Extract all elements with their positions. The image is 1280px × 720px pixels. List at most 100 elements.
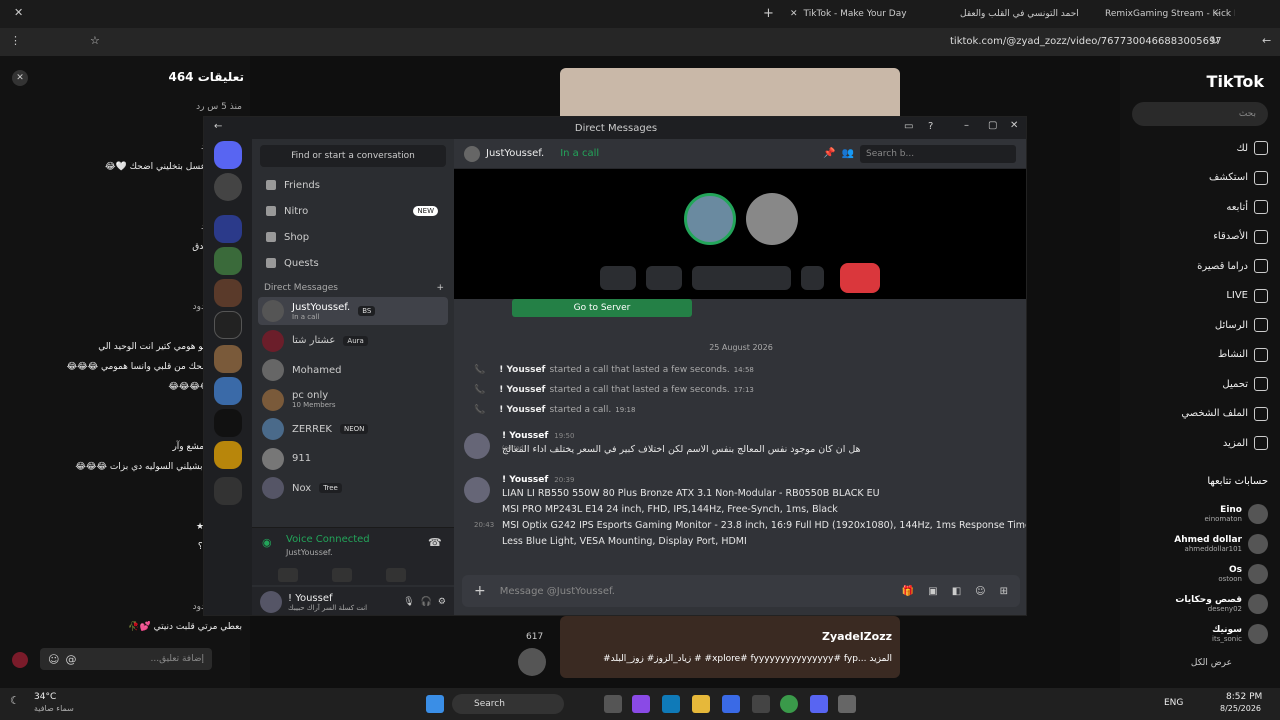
- emoji-icon[interactable]: ☺: [48, 653, 59, 666]
- gear-icon[interactable]: ⚙: [438, 597, 446, 607]
- following-item[interactable]: Eino einomaton: [1120, 500, 1280, 528]
- nav-item[interactable]: استكشف: [1120, 166, 1280, 190]
- system-author[interactable]: ! Youssef: [499, 405, 545, 415]
- app-icon[interactable]: [604, 695, 622, 713]
- sticker-icon[interactable]: ◧: [952, 586, 961, 597]
- message-composer[interactable]: + Message @JustYoussef. 🎁 ▣ ◧ ☺ ⊞: [462, 575, 1020, 607]
- nav-item[interactable]: الأصدقاء: [1120, 225, 1280, 249]
- chrome-icon[interactable]: [780, 695, 798, 713]
- tiktok-logo[interactable]: TikTok: [1207, 72, 1264, 91]
- avatar[interactable]: [464, 145, 480, 162]
- video-player[interactable]: ZyadelZozz المزيد ...xplore# fyyyyyyyyyy…: [560, 616, 900, 678]
- tiktok-search[interactable]: بحث: [1132, 102, 1268, 126]
- pin-icon[interactable]: 📌: [823, 148, 835, 159]
- search-input[interactable]: Search b...: [860, 144, 1016, 163]
- comment-input[interactable]: ☺ @ إضافة تعليق...: [40, 648, 212, 670]
- gif-icon[interactable]: ▣: [928, 586, 937, 597]
- windows-start-icon[interactable]: [426, 695, 444, 713]
- help-icon[interactable]: ?: [928, 121, 933, 132]
- minimize-icon[interactable]: –: [1215, 6, 1221, 19]
- back-icon[interactable]: ←: [1262, 34, 1271, 47]
- go-to-server-button[interactable]: Go to Server: [512, 299, 692, 317]
- avatar[interactable]: [1248, 534, 1268, 554]
- edge-icon[interactable]: [662, 695, 680, 713]
- system-author[interactable]: ! Youssef: [499, 385, 545, 395]
- nav-item[interactable]: الرسائل: [1120, 313, 1280, 337]
- mic-button[interactable]: [600, 266, 636, 290]
- gift-icon[interactable]: 🎁: [902, 586, 914, 597]
- inbox-icon[interactable]: ▭: [904, 121, 913, 132]
- nav-item[interactable]: لك: [1120, 136, 1280, 160]
- discord-icon[interactable]: [810, 695, 828, 713]
- home-button[interactable]: [214, 141, 242, 169]
- server-icon[interactable]: [214, 279, 242, 307]
- comment-meta[interactable]: منذ 5 س رد: [196, 102, 242, 112]
- nav-item[interactable]: المزيد: [1120, 431, 1280, 455]
- avatar[interactable]: [464, 433, 490, 459]
- avatar[interactable]: [1248, 624, 1268, 644]
- maximize-icon[interactable]: ▢: [988, 120, 997, 131]
- avatar[interactable]: [464, 477, 490, 503]
- hang-up-button[interactable]: [840, 263, 880, 293]
- menu-item-friends[interactable]: Friends: [260, 173, 446, 197]
- settings-icon[interactable]: [838, 695, 856, 713]
- menu-icon[interactable]: ⋮: [10, 34, 21, 47]
- chat-recipient[interactable]: JustYoussef.: [486, 148, 544, 159]
- send-icon[interactable]: [12, 652, 28, 668]
- dm-item[interactable]: عشتار شتا Aura: [258, 327, 448, 355]
- add-friends-icon[interactable]: 👥: [842, 148, 854, 159]
- dm-item[interactable]: 911: [258, 445, 448, 473]
- close-icon[interactable]: ✕: [790, 9, 798, 19]
- close-icon[interactable]: ✕: [12, 70, 28, 86]
- dm-item[interactable]: pc only 10 Members: [258, 386, 448, 414]
- server-icon[interactable]: [214, 311, 242, 339]
- message-author[interactable]: ! Youssef: [502, 431, 548, 441]
- new-tab-icon[interactable]: +: [763, 6, 774, 21]
- apps-icon[interactable]: ⊞: [1000, 586, 1008, 597]
- headphones-icon[interactable]: 🎧: [421, 597, 432, 607]
- following-item[interactable]: سونيك its_sonic: [1120, 620, 1280, 648]
- clock-time[interactable]: 8:52 PM: [1226, 692, 1262, 702]
- more-button[interactable]: [801, 266, 825, 290]
- store-icon[interactable]: [722, 695, 740, 713]
- language-indicator[interactable]: ENG: [1164, 698, 1183, 708]
- url-text[interactable]: tiktok.com/@zyad_zozz/video/767730046688…: [950, 36, 1222, 47]
- server-icon[interactable]: [214, 477, 242, 505]
- following-item[interactable]: Os ostoon: [1120, 560, 1280, 588]
- participant-avatar[interactable]: [746, 193, 798, 245]
- clock-date[interactable]: 8/25/2026: [1220, 704, 1261, 713]
- minimize-icon[interactable]: –: [964, 120, 969, 131]
- screen-share-button[interactable]: [692, 266, 791, 290]
- following-item[interactable]: قصص وحكايات deseny02: [1120, 590, 1280, 618]
- camera-off-icon[interactable]: [278, 568, 298, 582]
- nav-item[interactable]: الملف الشخصي: [1120, 402, 1280, 426]
- tab-second[interactable]: احمد التونسي في القلب والعقل: [960, 4, 1100, 24]
- plus-icon[interactable]: +: [474, 583, 486, 599]
- weather-icon[interactable]: ☾: [10, 694, 20, 707]
- server-icon[interactable]: [214, 377, 242, 405]
- participant-avatar[interactable]: [684, 193, 736, 245]
- nav-item[interactable]: LIVE: [1120, 284, 1280, 308]
- system-author[interactable]: ! Youssef: [499, 365, 545, 375]
- app-icon[interactable]: [752, 695, 770, 713]
- avatar[interactable]: [260, 591, 282, 613]
- nav-item[interactable]: أتابعه: [1120, 195, 1280, 219]
- activities-icon[interactable]: [386, 568, 406, 582]
- message-author[interactable]: ! Youssef: [502, 475, 548, 485]
- dm-item[interactable]: ZERREK NEON: [258, 415, 448, 443]
- nav-item[interactable]: تحميل: [1120, 372, 1280, 396]
- server-icon[interactable]: [214, 345, 242, 373]
- close-window-icon[interactable]: ✕: [14, 6, 23, 19]
- emoji-icon[interactable]: ☺: [975, 586, 985, 597]
- close-icon[interactable]: ✕: [1010, 120, 1018, 131]
- see-all-link[interactable]: عرض الكل: [1191, 658, 1232, 668]
- disconnect-icon[interactable]: ☎: [428, 536, 442, 549]
- mention-icon[interactable]: @: [65, 653, 76, 666]
- star-icon[interactable]: ☆: [90, 34, 100, 47]
- dm-item[interactable]: JustYoussef. In a call BS: [258, 297, 448, 325]
- author-avatar[interactable]: [518, 648, 546, 676]
- server-icon[interactable]: [214, 173, 242, 201]
- avatar[interactable]: [1248, 504, 1268, 524]
- voice-channel[interactable]: JustYoussef.: [286, 548, 333, 557]
- app-icon[interactable]: [632, 695, 650, 713]
